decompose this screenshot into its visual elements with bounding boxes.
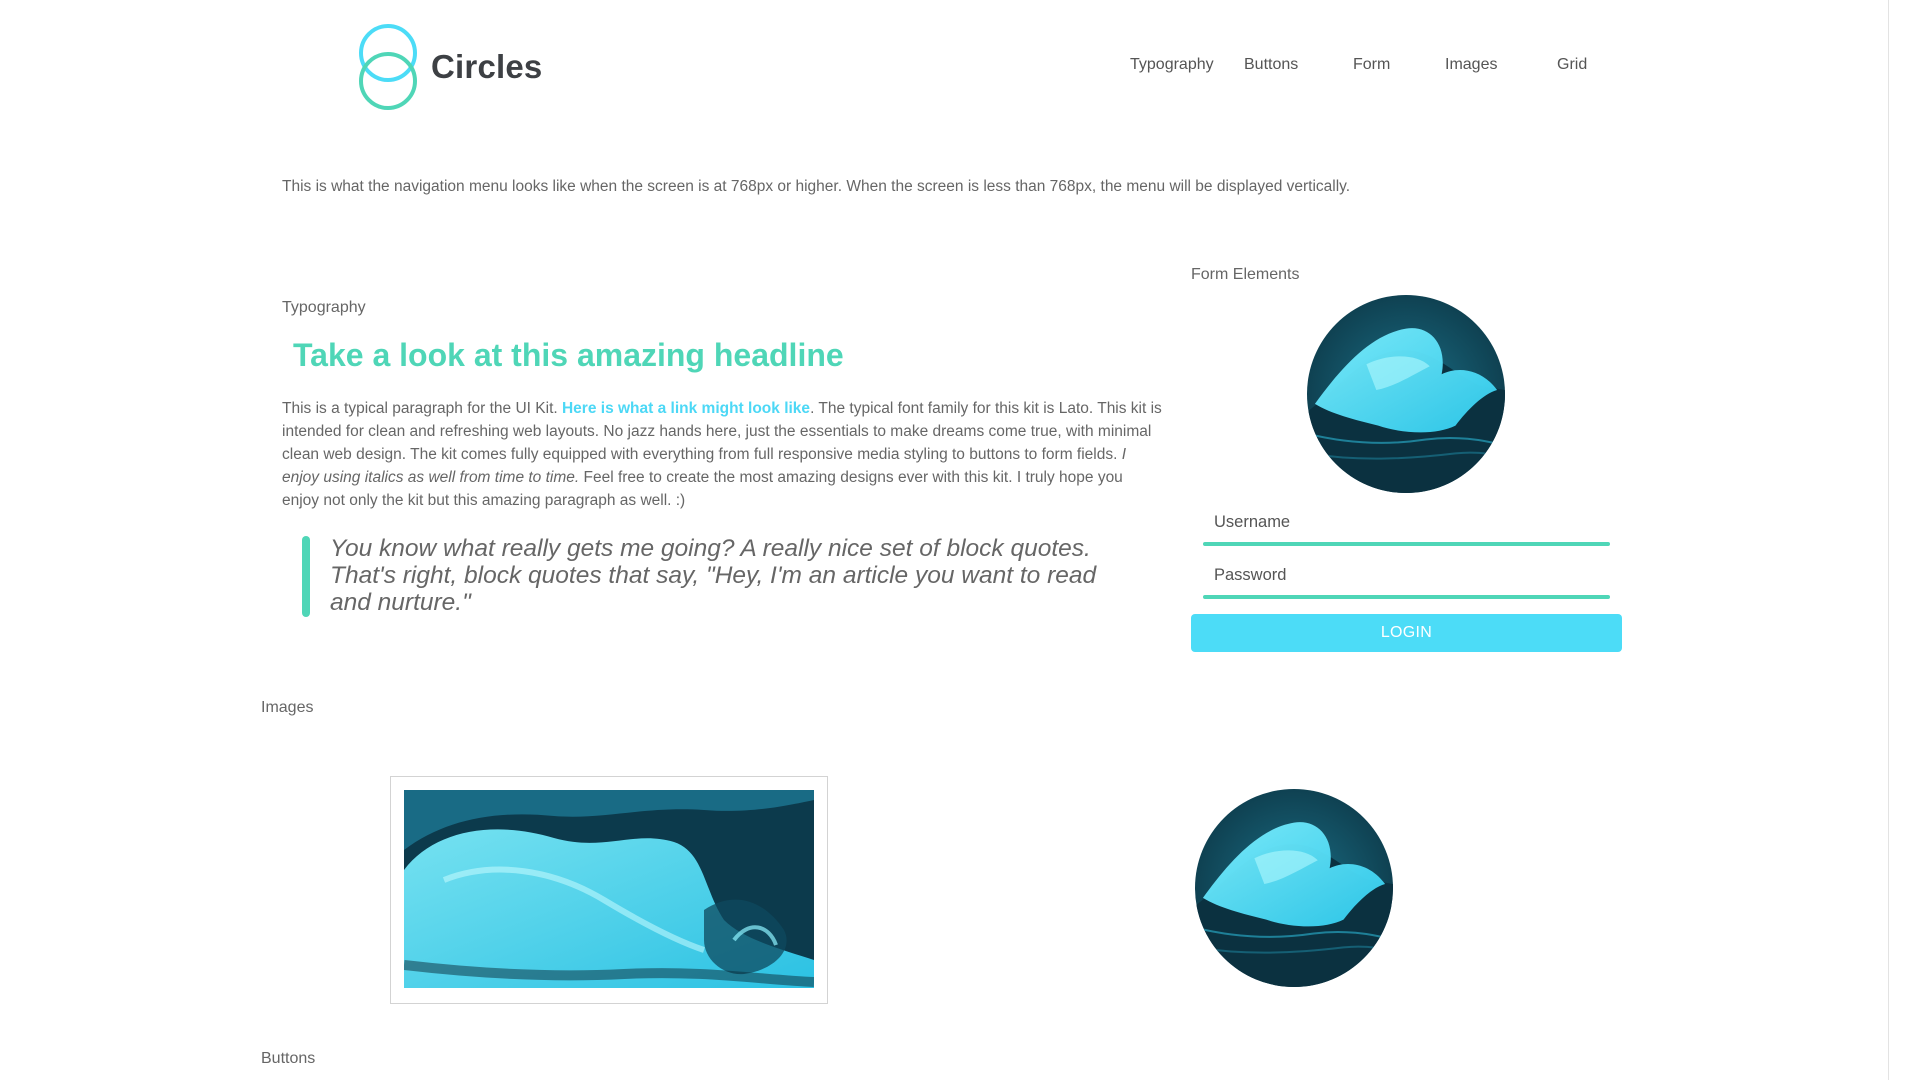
paragraph-text-1: This is a typical paragraph for the UI K…: [282, 400, 562, 417]
logo[interactable]: Circles: [356, 24, 546, 114]
headline: Take a look at this amazing headline: [293, 337, 844, 373]
username-underline: [1203, 542, 1610, 546]
blockquote-bar: [302, 536, 310, 617]
buttons-section-label: Buttons: [261, 1050, 316, 1067]
vertical-scrollbar[interactable]: [1888, 0, 1906, 1080]
circle-image: [1195, 789, 1393, 987]
form-section-label: Form Elements: [1191, 266, 1300, 283]
password-underline: [1203, 595, 1610, 599]
blockquote: You know what really gets me going? A re…: [330, 535, 1097, 616]
typography-paragraph: This is a typical paragraph for the UI K…: [282, 397, 1162, 512]
nav-item-buttons[interactable]: Buttons: [1244, 56, 1298, 74]
intro-text: This is what the navigation menu looks l…: [282, 178, 1351, 195]
password-field[interactable]: Password: [1214, 566, 1286, 585]
wave-image: [1195, 789, 1393, 987]
username-field[interactable]: Username: [1214, 513, 1290, 532]
form-avatar-image: [1307, 295, 1505, 493]
login-button[interactable]: LOGIN: [1191, 614, 1622, 652]
nav-item-form[interactable]: Form: [1353, 56, 1390, 74]
nav-item-grid[interactable]: Grid: [1557, 56, 1587, 74]
images-section-label: Images: [261, 699, 314, 716]
typography-section-label: Typography: [282, 299, 366, 316]
wave-image: [404, 790, 814, 988]
nav-item-typography[interactable]: Typography: [1130, 56, 1214, 74]
brand-name: Circles: [431, 48, 543, 85]
sample-link[interactable]: Here is what a link might look like: [562, 400, 810, 417]
framed-image: [390, 776, 828, 1004]
circles-logo-icon: [359, 24, 417, 110]
nav-item-images[interactable]: Images: [1445, 56, 1497, 74]
wave-image: [1307, 295, 1505, 493]
